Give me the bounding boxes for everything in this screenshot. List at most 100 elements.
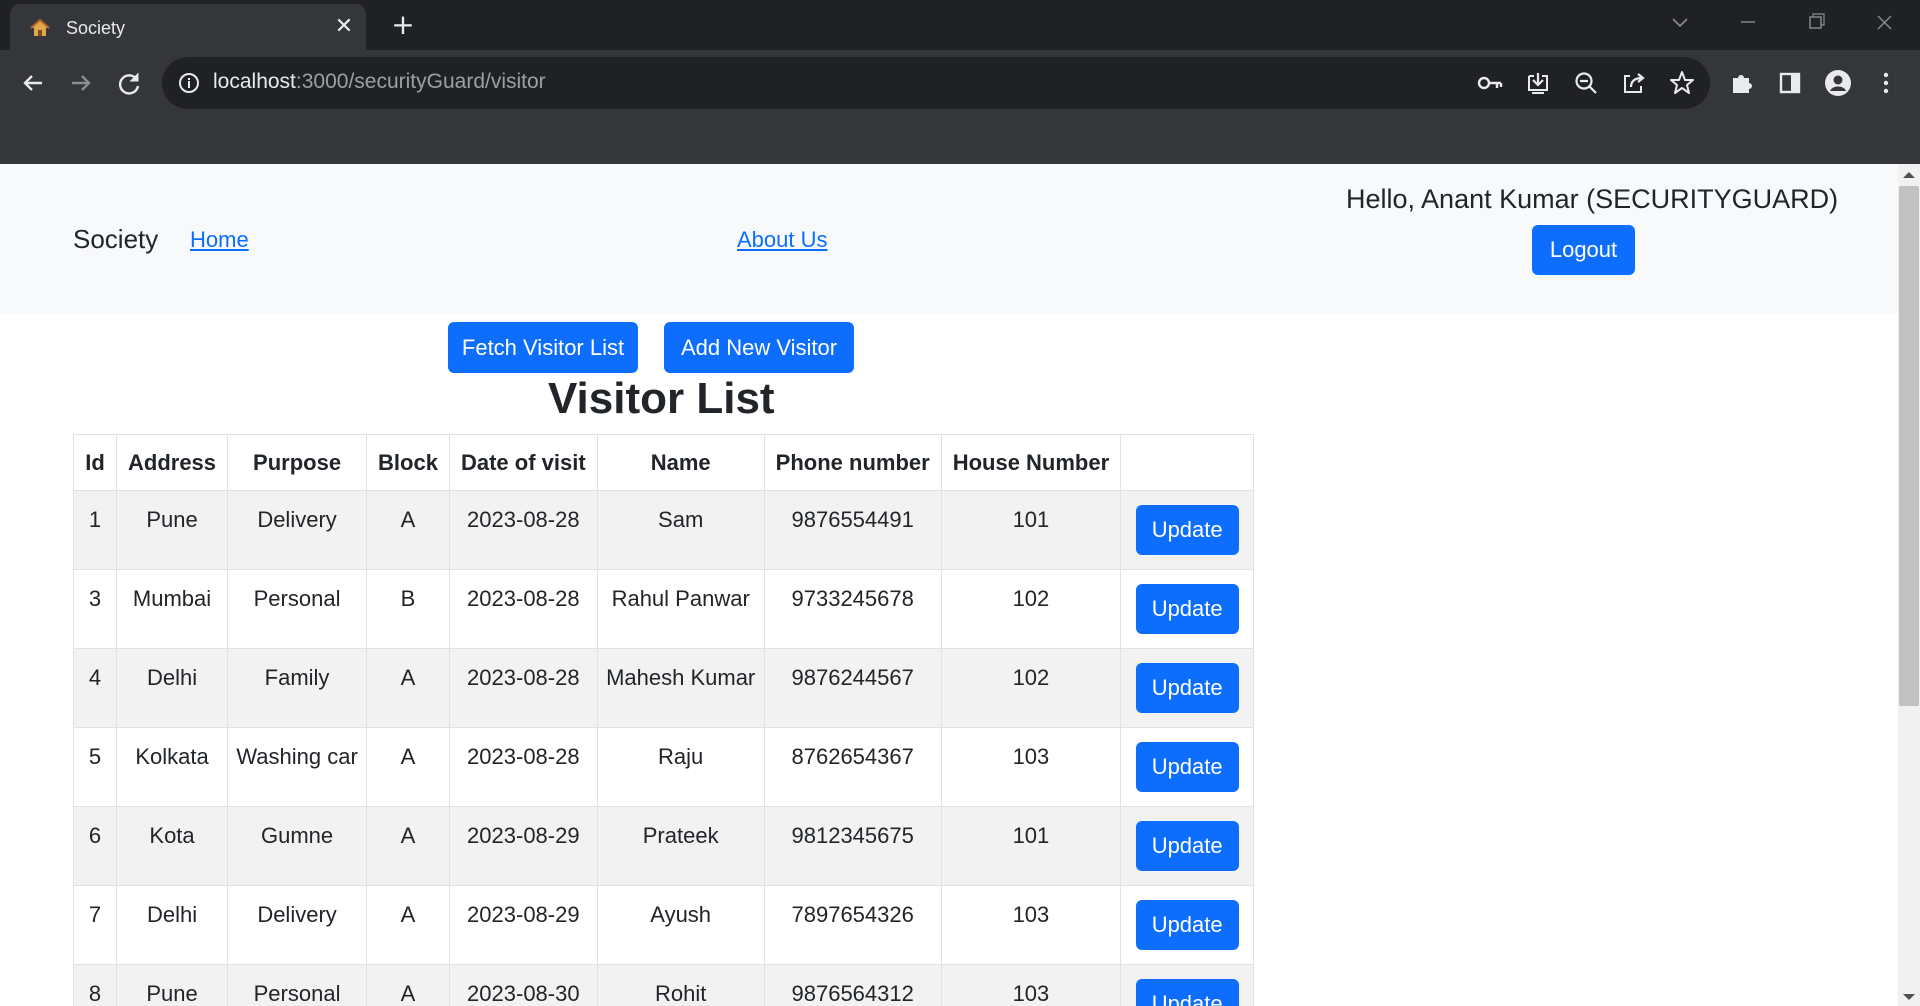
cell-purpose: Delivery [227,490,368,570]
column-header-phone-number: Phone number [763,434,942,491]
cell-id: 3 [73,569,117,649]
site-info-icon[interactable] [178,72,200,94]
cell-house-number: 101 [940,806,1122,886]
tab-search-chevron-icon[interactable] [1660,8,1700,38]
cell-name: Ayush [596,885,765,965]
cell-house-number: 103 [940,727,1122,807]
update-button[interactable]: Update [1135,584,1239,634]
fetch-visitor-list-button[interactable]: Fetch Visitor List [448,322,638,373]
column-header-actions [1120,434,1255,491]
browser-tab-strip: Society ✕ + [0,0,1920,50]
forward-arrow-icon[interactable] [66,68,96,98]
cell-id: 5 [73,727,117,807]
side-panel-icon[interactable] [1776,69,1804,97]
update-button[interactable]: Update [1135,821,1239,871]
add-new-visitor-button[interactable]: Add New Visitor [664,322,854,373]
table-row: 4 Delhi Family A 2023-08-28 Mahesh Kumar 98762… [73,648,1255,728]
cell-id: 8 [73,964,117,1006]
table-row: 8 Pune Personal A 2023-08-30 Rohit 9876564312 1… [73,964,1255,1006]
cell-id: 4 [73,648,117,728]
cell-phone-number: 9876244567 [763,648,942,728]
column-header-purpose: Purpose [227,434,368,491]
browser-menu-icon[interactable] [1872,69,1900,97]
cell-purpose: Personal [227,569,368,649]
column-header-block: Block [366,434,450,491]
cell-actions: Update [1120,727,1255,807]
nav-link-about-us[interactable]: About Us [737,227,828,253]
extensions-puzzle-icon[interactable] [1728,69,1756,97]
cell-name: Sam [596,490,765,570]
cell-date-of-visit: 2023-08-28 [448,648,598,728]
cell-purpose: Personal [227,964,368,1006]
cell-address: Pune [115,964,229,1006]
cell-purpose: Delivery [227,885,368,965]
cell-actions: Update [1120,964,1255,1006]
cell-block: B [366,569,450,649]
cell-id: 6 [73,806,117,886]
back-arrow-icon[interactable] [18,68,48,98]
update-button[interactable]: Update [1135,742,1239,792]
update-button[interactable]: Update [1135,505,1239,555]
table-row: 3 Mumbai Personal B 2023-08-28 Rahul Panwar 97… [73,569,1255,649]
cell-date-of-visit: 2023-08-29 [448,806,598,886]
url-host: localhost [213,70,296,93]
cell-house-number: 102 [940,569,1122,649]
key-icon[interactable] [1476,69,1504,97]
scroll-down-arrow-icon[interactable] [1903,994,1915,1000]
column-header-name: Name [596,434,765,491]
visitor-table: Id Address Purpose Block Date of visit Name Ph… [73,434,1255,1006]
page-title: Visitor List [548,374,775,423]
logout-button[interactable]: Logout [1532,225,1635,275]
zoom-out-icon[interactable] [1572,69,1600,97]
minimize-icon[interactable] [1728,8,1768,38]
site-navbar: Society Home About Us Hello, Anant Kumar… [0,164,1898,314]
cell-actions: Update [1120,490,1255,570]
url-path: :3000/securityGuard/visitor [295,70,546,93]
cell-actions: Update [1120,806,1255,886]
house-favicon-icon [30,18,50,38]
cell-id: 7 [73,885,117,965]
profile-avatar-icon[interactable] [1824,69,1852,97]
cell-date-of-visit: 2023-08-28 [448,569,598,649]
scroll-up-arrow-icon[interactable] [1903,172,1915,178]
cell-date-of-visit: 2023-08-30 [448,964,598,1006]
cell-phone-number: 7897654326 [763,885,942,965]
cell-phone-number: 9812345675 [763,806,942,886]
cell-name: Prateek [596,806,765,886]
restore-icon[interactable] [1796,8,1836,38]
cell-id: 1 [73,490,117,570]
tab-title: Society [66,18,126,38]
user-greeting: Hello, Anant Kumar (SECURITYGUARD) [1346,184,1839,214]
install-app-icon[interactable] [1524,69,1552,97]
bookmark-star-icon[interactable] [1668,69,1696,97]
column-header-address: Address [115,434,229,491]
nav-link-home[interactable]: Home [190,227,249,253]
navbar-brand[interactable]: Society [73,224,158,255]
cell-address: Kota [115,806,229,886]
scrollbar-thumb[interactable] [1899,186,1919,706]
share-icon[interactable] [1620,69,1648,97]
url-text[interactable]: localhost:3000/securityGuard/visitor [213,70,546,94]
cell-block: A [366,806,450,886]
cell-purpose: Family [227,648,368,728]
tab-close-icon[interactable]: ✕ [332,14,356,38]
browser-tab[interactable]: Society ✕ [10,4,366,50]
new-tab-icon[interactable]: + [388,11,418,41]
cell-actions: Update [1120,885,1255,965]
cell-date-of-visit: 2023-08-28 [448,727,598,807]
cell-name: Rohit [596,964,765,1006]
cell-block: A [366,727,450,807]
update-button[interactable]: Update [1135,663,1239,713]
update-button[interactable]: Update [1135,979,1239,1006]
cell-purpose: Washing car [227,727,368,807]
table-row: 6 Kota Gumne A 2023-08-29 Prateek 9812345675 10… [73,806,1255,886]
table-row: 7 Delhi Delivery A 2023-08-29 Ayush 7897654326… [73,885,1255,965]
column-header-id: Id [73,434,117,491]
cell-phone-number: 9876564312 [763,964,942,1006]
close-window-icon[interactable] [1864,8,1904,38]
update-button[interactable]: Update [1135,900,1239,950]
cell-address: Delhi [115,648,229,728]
table-body: 1 Pune Delivery A 2023-08-28 Sam 9876554491 101… [73,490,1255,1006]
cell-actions: Update [1120,648,1255,728]
reload-icon[interactable] [114,68,144,98]
